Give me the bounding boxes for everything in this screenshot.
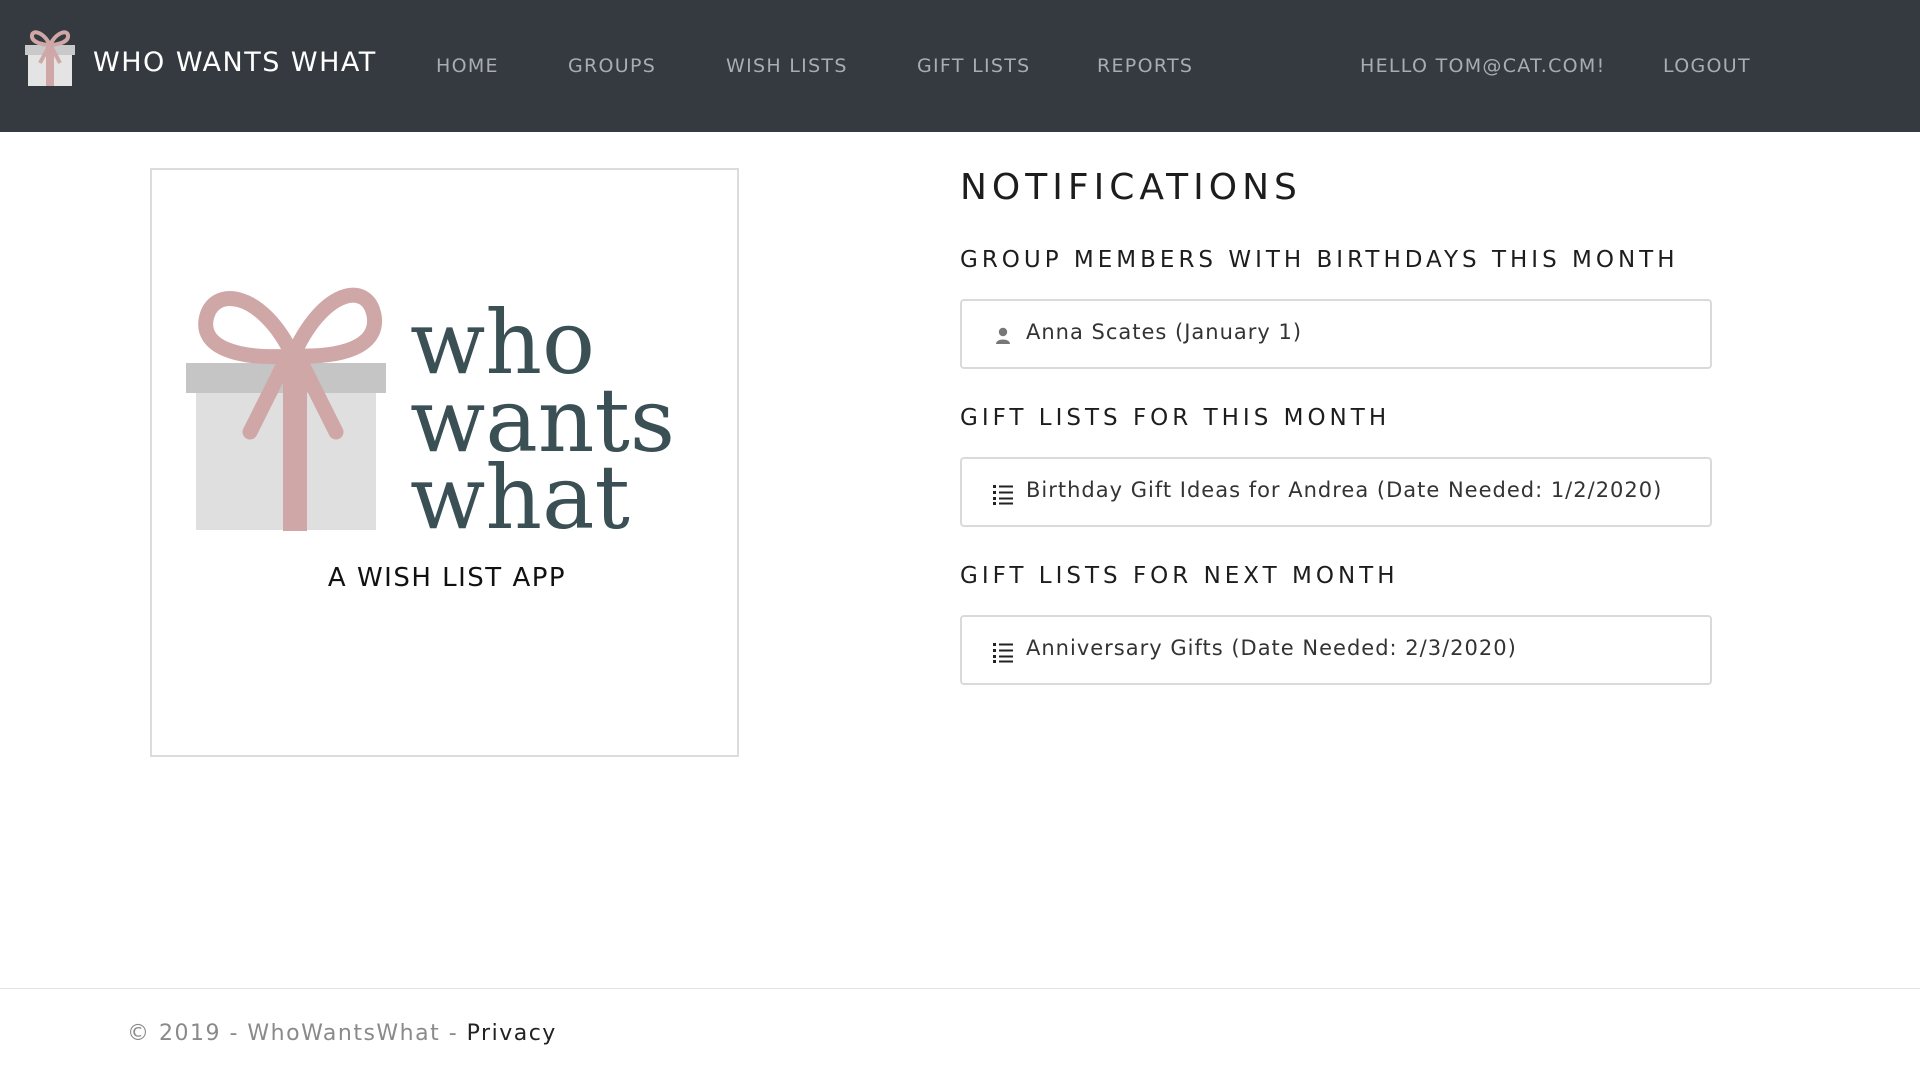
- logo-card: who wants what A WISH LIST APP: [150, 168, 739, 757]
- gift-list-item-next-month[interactable]: Anniversary Gifts (Date Needed: 2/3/2020…: [960, 615, 1712, 685]
- logout-link[interactable]: LOGOUT: [1663, 55, 1751, 77]
- logo-tagline: A WISH LIST APP: [328, 563, 566, 593]
- birthday-item-text: Anna Scates (January 1): [1026, 320, 1303, 344]
- list-icon: [993, 485, 1013, 505]
- nav-wish-lists[interactable]: WISH LISTS: [726, 55, 848, 77]
- list-icon: [993, 643, 1013, 663]
- footer-copyright: © 2019 - WhoWantsWhat -: [127, 1021, 467, 1046]
- app-logo: who wants what A WISH LIST APP: [186, 287, 675, 593]
- footer: © 2019 - WhoWantsWhat - Privacy: [127, 1021, 557, 1046]
- gift-list-item-this-month[interactable]: Birthday Gift Ideas for Andrea (Date Nee…: [960, 457, 1712, 527]
- footer-divider: [0, 988, 1920, 989]
- nav-gift-lists[interactable]: GIFT LISTS: [917, 55, 1030, 77]
- nav-reports[interactable]: REPORTS: [1097, 55, 1193, 77]
- birthdays-heading: GROUP MEMBERS WITH BIRTHDAYS THIS MONTH: [960, 247, 1679, 273]
- nav-groups[interactable]: GROUPS: [568, 55, 656, 77]
- top-navbar: WHO WANTS WHAT HOME GROUPS WISH LISTS GI…: [0, 0, 1920, 132]
- user-greeting[interactable]: HELLO TOM@CAT.COM!: [1360, 55, 1606, 77]
- brand-name[interactable]: WHO WANTS WHAT: [93, 47, 377, 78]
- gift-list-item-text: Anniversary Gifts (Date Needed: 2/3/2020…: [1026, 636, 1517, 660]
- birthday-item[interactable]: Anna Scates (January 1): [960, 299, 1712, 369]
- gift-list-item-text: Birthday Gift Ideas for Andrea (Date Nee…: [1026, 478, 1663, 502]
- notifications-title: NOTIFICATIONS: [960, 167, 1302, 208]
- privacy-link[interactable]: Privacy: [467, 1021, 557, 1046]
- user-icon: [996, 327, 1010, 344]
- nav-home[interactable]: HOME: [436, 55, 499, 77]
- gift-icon[interactable]: [25, 29, 75, 86]
- this-month-heading: GIFT LISTS FOR THIS MONTH: [960, 405, 1391, 431]
- logo-word-what: what: [410, 446, 630, 549]
- next-month-heading: GIFT LISTS FOR NEXT MONTH: [960, 563, 1399, 589]
